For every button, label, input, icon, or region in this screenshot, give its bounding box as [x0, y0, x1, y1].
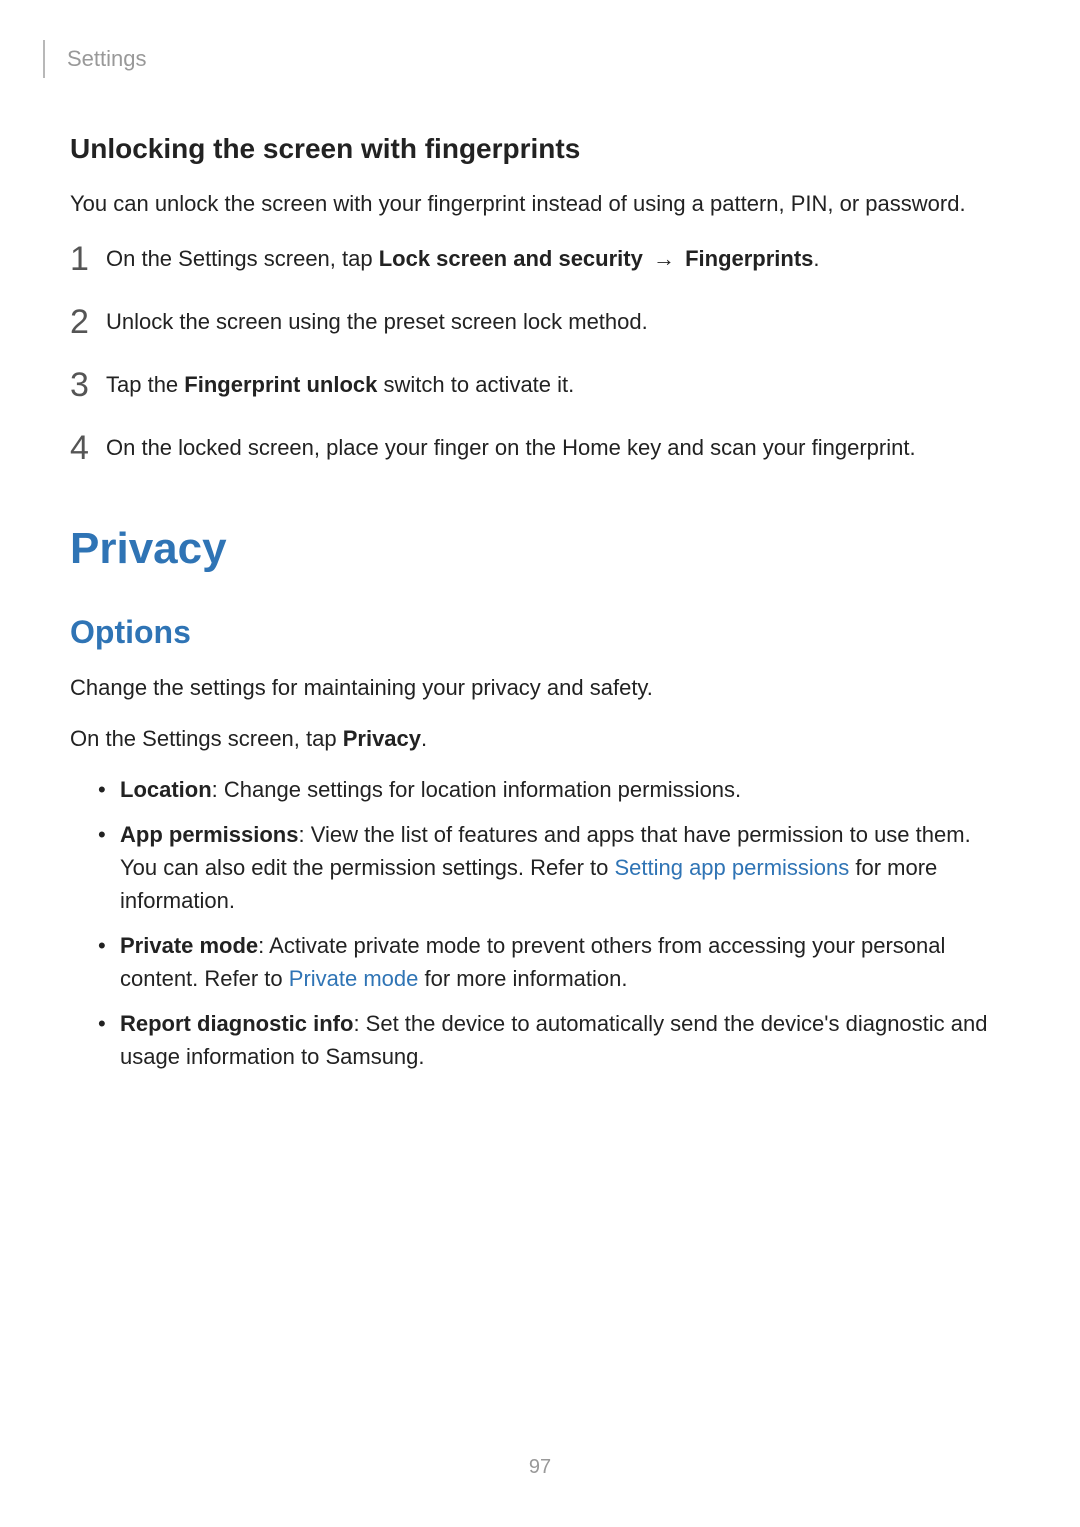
bullet-text: : Change settings for location informati…	[212, 777, 741, 802]
options-intro: Change the settings for maintaining your…	[70, 671, 1010, 704]
step-number: 1	[70, 242, 106, 276]
text-fragment: .	[813, 246, 819, 271]
bold-text: Lock screen and security	[379, 246, 643, 271]
header-divider	[43, 40, 45, 78]
step-text: On the locked screen, place your finger …	[106, 431, 916, 464]
bullet-label: Private mode	[120, 933, 258, 958]
privacy-heading: Privacy	[70, 524, 1010, 574]
link-setting-app-permissions[interactable]: Setting app permissions	[614, 855, 849, 880]
step-number: 2	[70, 305, 106, 339]
text-fragment: .	[421, 726, 427, 751]
text-fragment: On the Settings screen, tap	[106, 246, 379, 271]
bullet-text: for more information.	[418, 966, 627, 991]
page-number: 97	[0, 1456, 1080, 1479]
bullet-app-permissions: App permissions: View the list of featur…	[98, 818, 1010, 917]
options-bullets: Location: Change settings for location i…	[98, 773, 1010, 1073]
fingerprint-heading: Unlocking the screen with fingerprints	[70, 133, 1010, 165]
page-header: Settings	[43, 40, 1010, 78]
bullet-private-mode: Private mode: Activate private mode to p…	[98, 929, 1010, 995]
step-2: 2 Unlock the screen using the preset scr…	[70, 301, 1010, 338]
page-content: Settings Unlocking the screen with finge…	[0, 0, 1080, 1073]
bullet-location: Location: Change settings for location i…	[98, 773, 1010, 806]
fingerprint-intro: You can unlock the screen with your fing…	[70, 187, 1010, 220]
step-number: 4	[70, 431, 106, 465]
step-3: 3 Tap the Fingerprint unlock switch to a…	[70, 364, 1010, 401]
arrow-icon: →	[643, 246, 685, 271]
fingerprint-steps: 1 On the Settings screen, tap Lock scree…	[70, 238, 1010, 464]
step-text: Tap the Fingerprint unlock switch to act…	[106, 368, 574, 401]
step-text: On the Settings screen, tap Lock screen …	[106, 242, 820, 275]
bold-text: Fingerprints	[685, 246, 813, 271]
bold-text: Privacy	[343, 726, 421, 751]
bullet-label: App permissions	[120, 822, 298, 847]
options-nav: On the Settings screen, tap Privacy.	[70, 722, 1010, 755]
step-text: Unlock the screen using the preset scree…	[106, 305, 648, 338]
section-label: Settings	[67, 46, 147, 72]
step-number: 3	[70, 368, 106, 402]
link-private-mode[interactable]: Private mode	[289, 966, 419, 991]
text-fragment: On the Settings screen, tap	[70, 726, 343, 751]
text-fragment: switch to activate it.	[377, 372, 574, 397]
step-1: 1 On the Settings screen, tap Lock scree…	[70, 238, 1010, 275]
bullet-label: Report diagnostic info	[120, 1011, 353, 1036]
options-heading: Options	[70, 614, 1010, 651]
step-4: 4 On the locked screen, place your finge…	[70, 427, 1010, 464]
bold-text: Fingerprint unlock	[184, 372, 377, 397]
bullet-label: Location	[120, 777, 212, 802]
text-fragment: Tap the	[106, 372, 184, 397]
bullet-report-diagnostic: Report diagnostic info: Set the device t…	[98, 1007, 1010, 1073]
